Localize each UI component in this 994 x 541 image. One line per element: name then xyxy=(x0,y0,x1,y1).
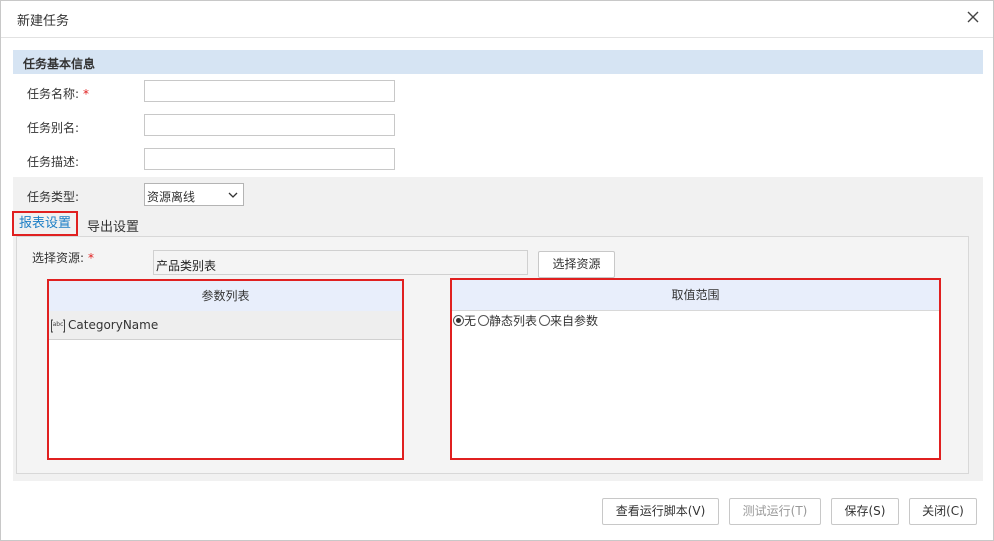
task-alias-label: 任务别名: xyxy=(27,121,80,135)
select-resource-label: 选择资源: * xyxy=(32,251,95,265)
section-title: 任务基本信息 xyxy=(23,57,96,71)
task-type-label: 任务类型: xyxy=(27,190,80,204)
tab-report-settings[interactable]: 报表设置 xyxy=(12,211,78,236)
new-task-dialog: 新建任务 任务基本信息 任务名称: * 任务别名: 任务描述: 任务类型: 资源离… xyxy=(0,0,994,541)
value-range-panel: 取值范围 无静态列表 来自参数 xyxy=(450,278,941,460)
parameter-list-panel: 参数列表 abc CategoryName xyxy=(47,279,404,460)
list-item[interactable]: abc CategoryName xyxy=(49,311,402,340)
radio-button[interactable] xyxy=(453,315,464,326)
parameter-list-header: 参数列表 xyxy=(49,281,402,312)
view-run-script-button[interactable]: 查看运行脚本(V) xyxy=(602,498,719,525)
parameter-icon: abc xyxy=(51,319,65,333)
required-mark: * xyxy=(88,251,95,265)
radio-option-from-parameter[interactable]: 来自参数 xyxy=(539,312,598,329)
tab-export-settings[interactable]: 导出设置 xyxy=(87,216,139,235)
resource-value: 产品类别表 xyxy=(156,259,217,273)
basic-info-section-header: 任务基本信息 xyxy=(13,50,983,74)
value-range-options: 无静态列表 来自参数 xyxy=(453,312,598,329)
task-type-select[interactable]: 资源离线 xyxy=(144,183,244,206)
value-range-header: 取值范围 xyxy=(452,280,939,311)
task-type-value: 资源离线 xyxy=(147,190,196,204)
save-button[interactable]: 保存(S) xyxy=(831,498,899,525)
radio-option-static-list[interactable]: 静态列表 xyxy=(478,312,537,329)
chevron-down-icon xyxy=(228,192,238,198)
task-description-label: 任务描述: xyxy=(27,155,80,169)
resource-field: 产品类别表 xyxy=(153,250,528,275)
select-resource-button[interactable]: 选择资源 xyxy=(538,251,615,278)
dialog-titlebar: 新建任务 xyxy=(1,1,993,38)
radio-button[interactable] xyxy=(478,315,490,326)
close-button[interactable]: 关闭(C) xyxy=(909,498,977,525)
test-run-button[interactable]: 测试运行(T) xyxy=(729,498,821,525)
required-mark: * xyxy=(83,87,90,101)
parameter-name: CategoryName xyxy=(68,318,159,332)
close-icon[interactable] xyxy=(963,7,983,27)
dialog-title: 新建任务 xyxy=(17,14,70,29)
task-name-label: 任务名称: * xyxy=(27,87,90,101)
svg-text:abc: abc xyxy=(53,321,64,328)
task-name-input[interactable] xyxy=(144,80,395,102)
task-alias-input[interactable] xyxy=(144,114,395,136)
radio-button[interactable] xyxy=(539,315,551,326)
radio-option-none[interactable]: 无 xyxy=(453,312,476,329)
task-description-input[interactable] xyxy=(144,148,395,170)
